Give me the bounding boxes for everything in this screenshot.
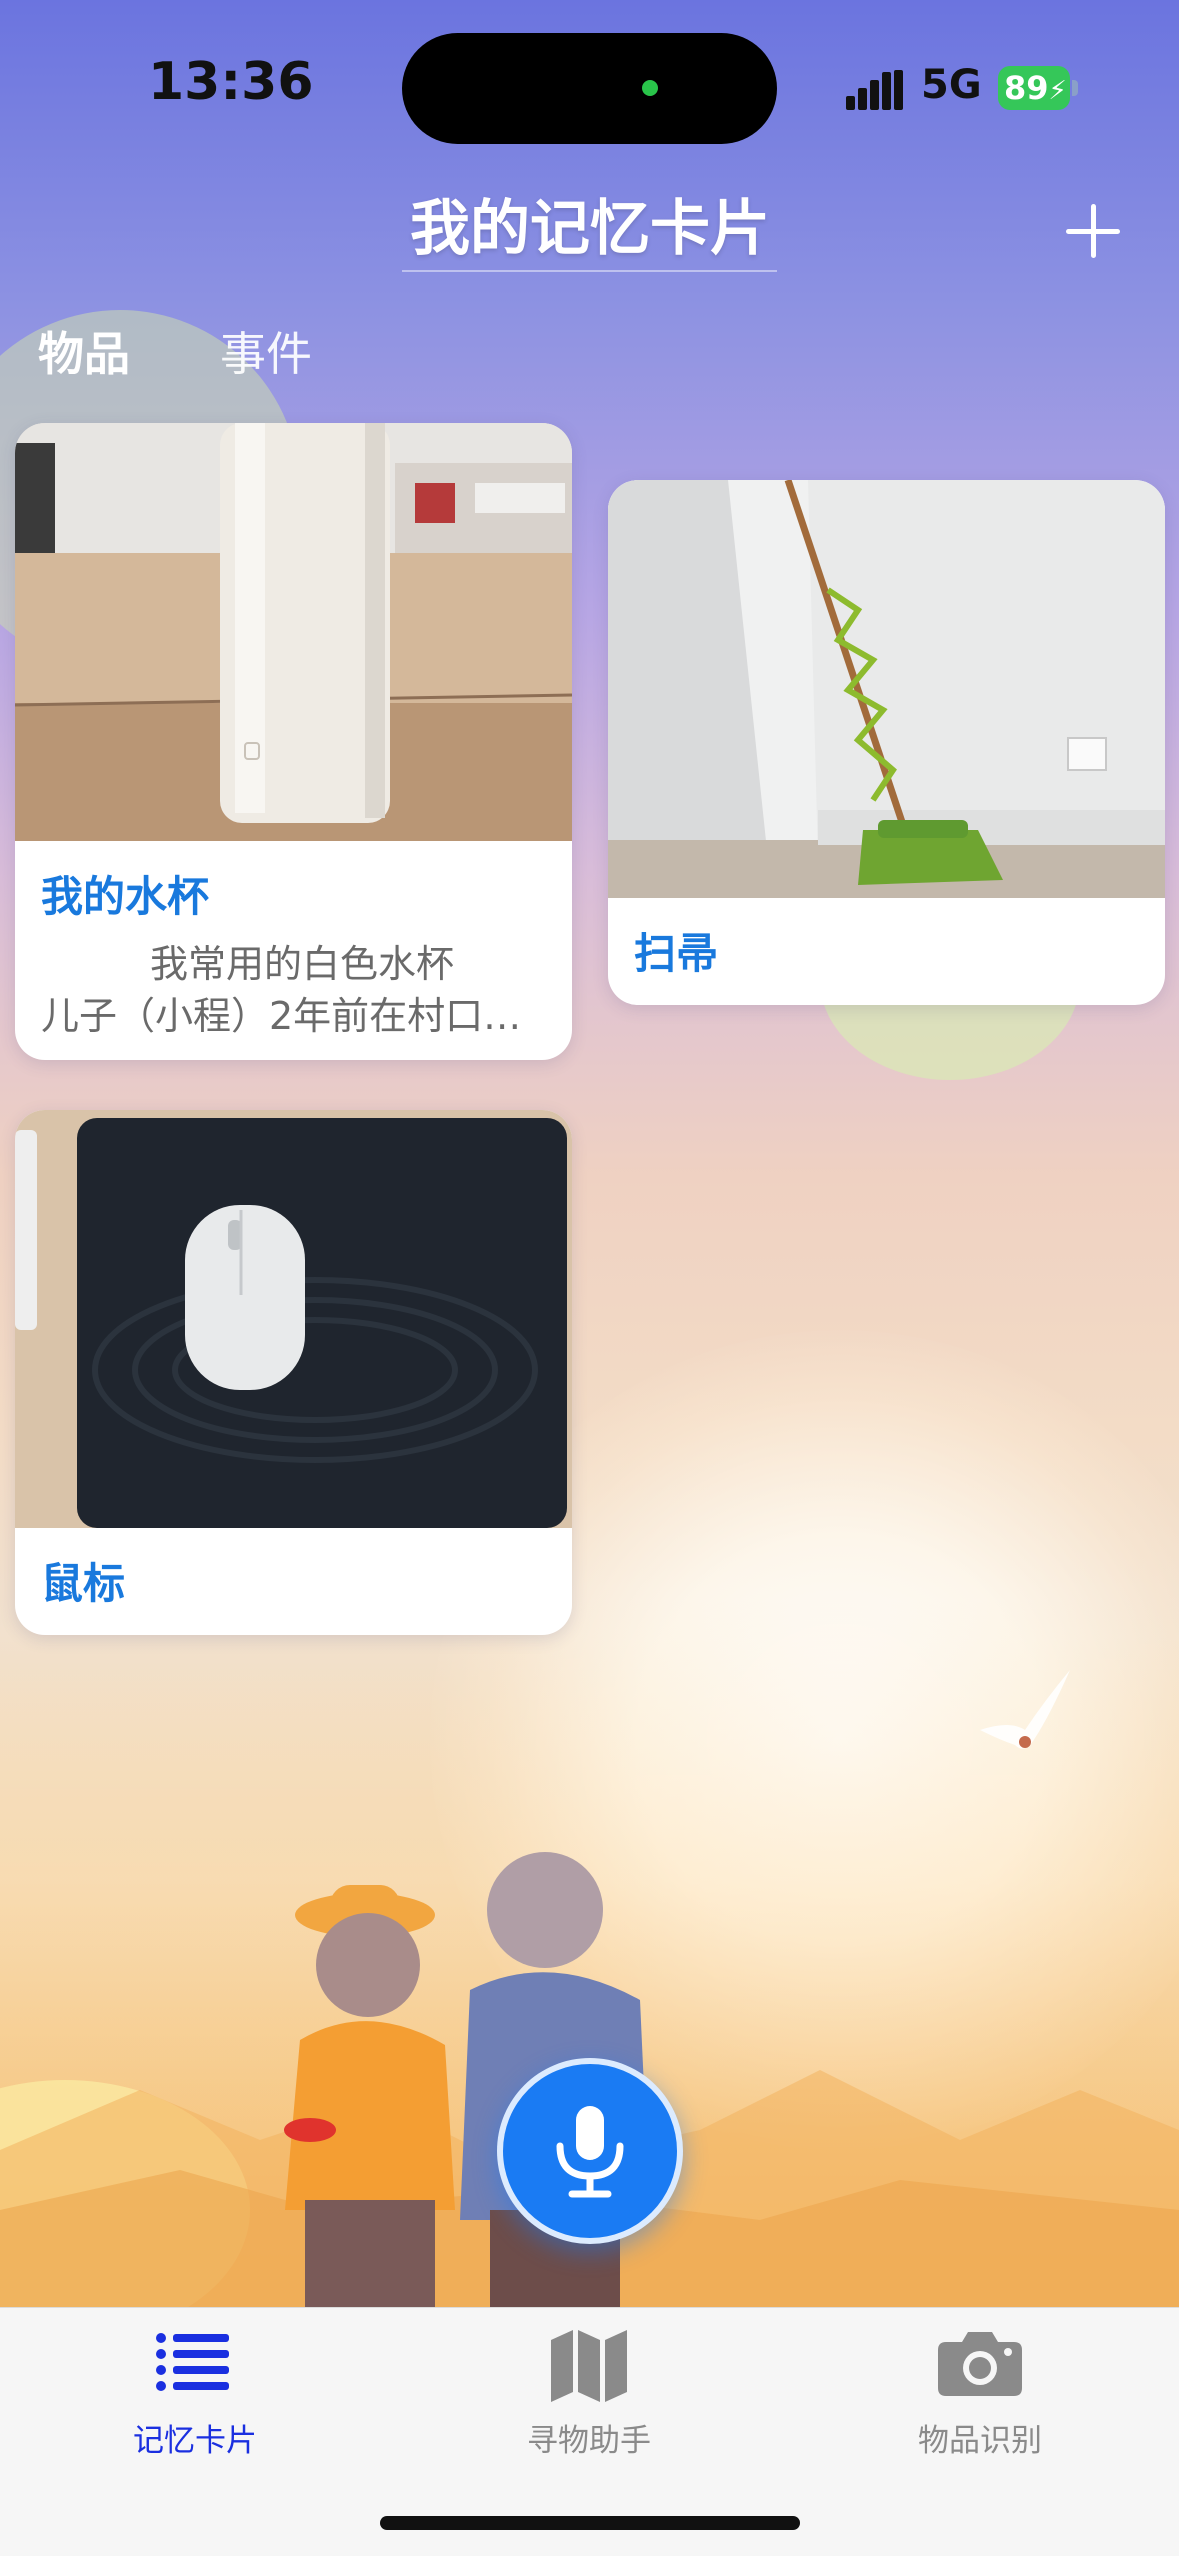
memory-card-mouse[interactable]: 鼠标 [15, 1110, 572, 1635]
card-title: 鼠标 [41, 1559, 126, 1608]
home-indicator[interactable] [380, 2516, 800, 2530]
card-description: 我常用的白色水杯 [149, 942, 454, 986]
battery-level: 89 [1004, 69, 1049, 107]
memory-card-broom[interactable]: 扫帚 [608, 480, 1165, 1005]
tab-label: 寻物助手 [527, 2423, 651, 2459]
tab-label: 记忆卡片 [133, 2423, 257, 2459]
microphone-icon [556, 2106, 624, 2198]
camera-indicator [642, 80, 658, 96]
card-description: 儿子（小程）2年前在村口… [41, 994, 522, 1038]
background-person-with-hat [284, 1885, 455, 2310]
list-icon [156, 2333, 229, 2391]
tab-items[interactable]: 物品 [38, 318, 130, 384]
card-photo-mouse [15, 1110, 572, 1528]
tab-label: 物品识别 [918, 2423, 1042, 2459]
card-photo-broom [608, 480, 1165, 898]
page-title: 我的记忆卡片 [410, 194, 770, 264]
camera-icon [938, 2332, 1022, 2396]
dynamic-island [402, 33, 777, 144]
status-time: 13:36 [148, 52, 314, 112]
map-icon [551, 2330, 627, 2402]
battery-indicator: 89⚡ [998, 66, 1070, 110]
title-divider [402, 270, 777, 272]
tab-events[interactable]: 事件 [220, 318, 312, 384]
signal-icon [846, 70, 903, 110]
add-card-button[interactable] [1060, 198, 1126, 264]
memory-card-cup[interactable]: 我的水杯 我常用的白色水杯 儿子（小程）2年前在村口… [15, 423, 572, 1060]
network-type: 5G [921, 62, 982, 108]
app-screen: 13:36 5G 89⚡ 我的记忆卡片 物品 事件 我的水杯 我常用的白色水杯 … [0, 0, 1179, 2556]
voice-input-button[interactable] [497, 2058, 683, 2244]
battery-tip [1072, 80, 1078, 96]
charging-icon: ⚡ [1048, 76, 1067, 106]
card-title: 我的水杯 [41, 872, 210, 921]
card-title: 扫帚 [634, 929, 719, 978]
card-photo-cup [15, 423, 572, 841]
background-bird [980, 1670, 1070, 1749]
